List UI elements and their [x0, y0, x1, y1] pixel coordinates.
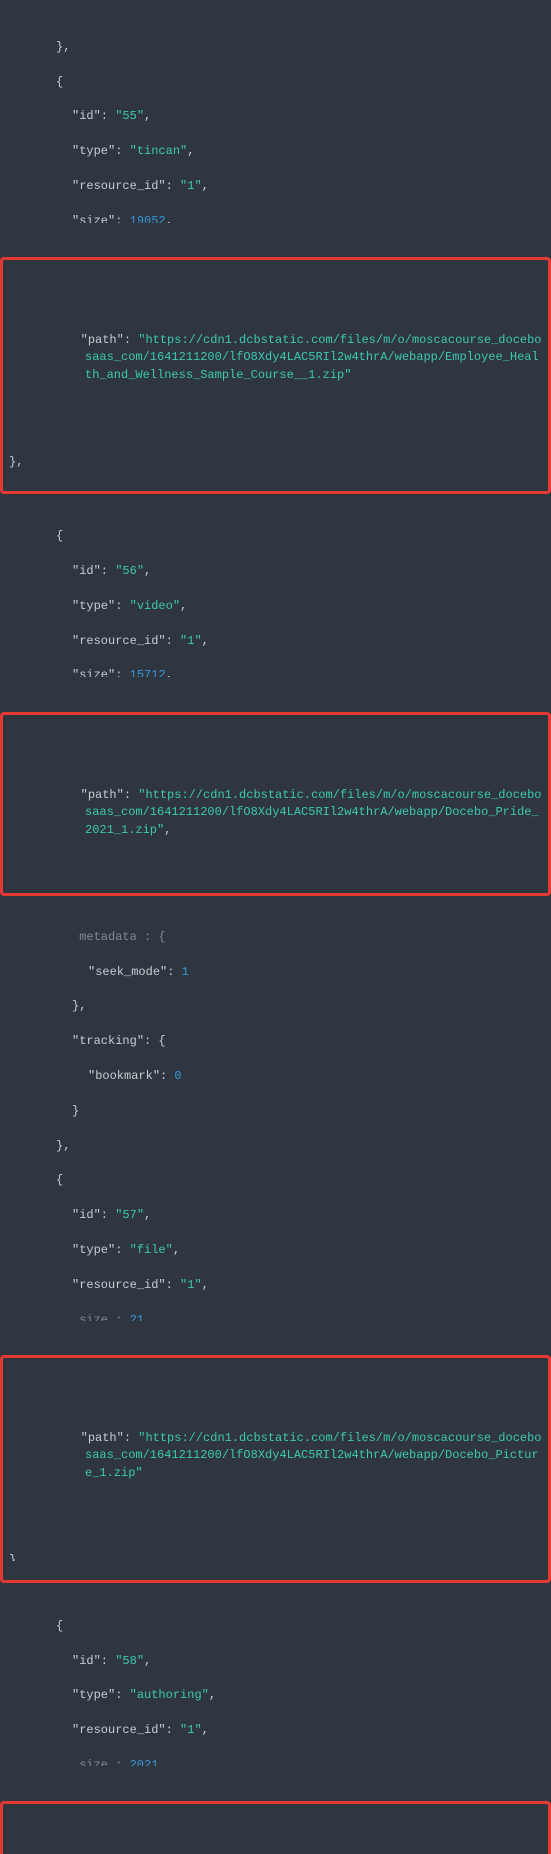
kv-id: "id": "56", — [8, 563, 543, 580]
brace-close: }, — [8, 39, 543, 56]
highlight-box-4: "path": "https://cdn1.dcbstatic.com/file… — [0, 1801, 551, 1854]
kv-path-1: "path": "https://cdn1.dcbstatic.com/file… — [23, 332, 542, 384]
brace-close: }, — [8, 998, 543, 1015]
kv-id: "id": "58", — [8, 1653, 543, 1670]
kv-metadata-partial: metadata : { — [8, 929, 543, 946]
kv-seek-mode: "seek_mode": 1 — [8, 964, 543, 981]
brace-close-partial: }, — [9, 1552, 542, 1561]
kv-size-partial: size : 2021, — [8, 1757, 543, 1766]
kv-size-partial: "size": 15712, — [8, 667, 543, 677]
kv-path-3: "path": "https://cdn1.dcbstatic.com/file… — [23, 1430, 542, 1482]
kv-size-partial: "size": 19052, — [8, 213, 543, 223]
kv-path-2: "path": "https://cdn1.dcbstatic.com/file… — [23, 787, 542, 839]
brace-close: } — [8, 1103, 543, 1120]
kv-size-partial: size : 21, — [8, 1312, 543, 1321]
kv-resource-id: "resource_id": "1", — [8, 178, 543, 195]
kv-resource-id: "resource_id": "1", — [8, 1277, 543, 1294]
highlight-box-1: "path": "https://cdn1.dcbstatic.com/file… — [0, 257, 551, 493]
kv-bookmark: "bookmark": 0 — [8, 1068, 543, 1085]
kv-resource-id: "resource_id": "1", — [8, 1722, 543, 1739]
kv-type: "type": "file", — [8, 1242, 543, 1259]
brace-open: { — [8, 74, 543, 91]
brace-open: { — [8, 1618, 543, 1635]
brace-close: }, — [9, 454, 542, 471]
highlight-box-3: "path": "https://cdn1.dcbstatic.com/file… — [0, 1355, 551, 1583]
kv-type: "type": "tincan", — [8, 143, 543, 160]
brace-open: { — [8, 528, 543, 545]
kv-id: "id": "55", — [8, 108, 543, 125]
kv-type: "type": "authoring", — [8, 1687, 543, 1704]
brace-open: { — [8, 1172, 543, 1189]
kv-id: "id": "57", — [8, 1207, 543, 1224]
highlight-box-2: "path": "https://cdn1.dcbstatic.com/file… — [0, 712, 551, 896]
kv-type: "type": "video", — [8, 598, 543, 615]
kv-resource-id: "resource_id": "1", — [8, 633, 543, 650]
brace-close: }, — [8, 1138, 543, 1155]
json-code-block: }, { "id": "55", "type": "tincan", "reso… — [8, 4, 543, 1854]
kv-tracking: "tracking": { — [8, 1033, 543, 1050]
